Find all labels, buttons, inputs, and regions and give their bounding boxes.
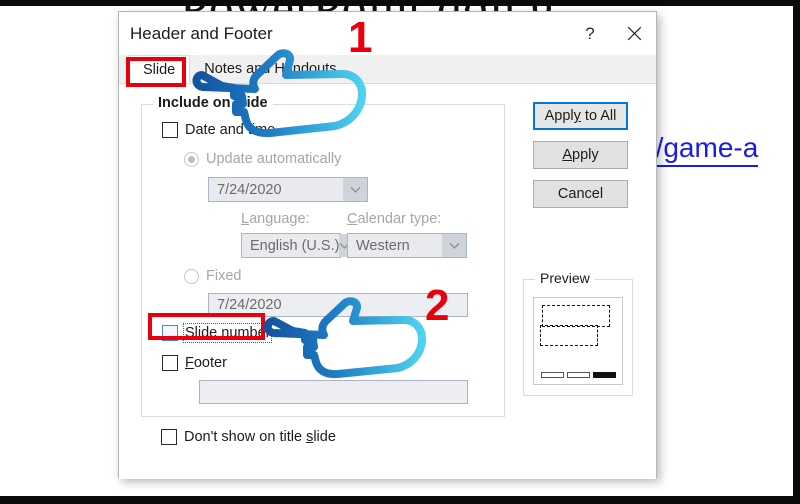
preview-footer-bar-left <box>541 372 564 378</box>
apply-label: Apply <box>562 147 599 163</box>
dialog-tabs: Slide Notes and Handouts <box>119 55 656 84</box>
dialog-body: Include on slide Date and time Update au… <box>119 84 656 479</box>
cancel-label: Cancel <box>557 186 604 202</box>
checkbox-box <box>161 429 177 445</box>
radio-label: Update automatically <box>206 151 342 167</box>
chevron-down-icon[interactable] <box>442 234 466 257</box>
checkbox-slide-number[interactable]: Slide number <box>162 323 273 343</box>
checkbox-label: Slide number <box>182 323 273 343</box>
checkbox-footer[interactable]: Footer <box>162 355 227 371</box>
include-on-slide-group: Include on slide Date and time Update au… <box>141 95 505 417</box>
header-and-footer-dialog: Header and Footer ? Slide Notes and Hand… <box>118 11 657 479</box>
dialog-title: Header and Footer <box>130 23 273 43</box>
checkbox-label: Don't show on title slide <box>184 429 336 445</box>
radio-label: Fixed <box>206 268 242 284</box>
page-background: PowerPoint đơn g n/game-a Header and Foo… <box>0 0 800 504</box>
footer-textbox[interactable] <box>199 380 468 404</box>
preview-slide-number-bar <box>593 372 616 378</box>
screenshot-frame-right <box>793 0 800 504</box>
preview-group: Preview <box>523 270 633 396</box>
preview-title-placeholder <box>542 305 610 327</box>
annotation-step-2: 2 <box>425 281 450 330</box>
apply-to-all-button[interactable]: Apply to All <box>533 102 628 130</box>
radio-fixed[interactable]: Fixed <box>184 268 241 284</box>
include-on-slide-legend: Include on slide <box>153 95 273 111</box>
chevron-down-icon[interactable] <box>343 178 367 201</box>
checkbox-box <box>162 355 178 371</box>
language-label: Language: <box>241 211 310 227</box>
background-hyperlink[interactable]: n/game-a <box>640 132 759 167</box>
language-combobox-value: English (U.S.) <box>250 237 340 254</box>
titlebar-buttons: ? <box>568 19 656 49</box>
radio-update-automatically[interactable]: Update automatically <box>184 151 341 167</box>
preview-thumbnail <box>533 297 623 385</box>
checkbox-label: Date and time <box>185 122 276 138</box>
tab-notes-and-handouts[interactable]: Notes and Handouts <box>190 55 351 83</box>
radio-circle <box>184 268 199 284</box>
preview-body-placeholder <box>540 325 598 346</box>
checkbox-date-and-time[interactable]: Date and time <box>162 122 275 138</box>
checkbox-box <box>162 122 178 138</box>
annotation-step-1: 1 <box>348 13 373 62</box>
checkbox-dont-show-on-title-slide[interactable]: Don't show on title slide <box>161 429 336 445</box>
radio-circle <box>184 151 199 167</box>
screenshot-frame-top <box>0 0 800 6</box>
dialog-titlebar: Header and Footer ? <box>119 12 656 55</box>
apply-to-all-label: Apply to All <box>544 108 617 124</box>
close-icon[interactable] <box>612 19 656 49</box>
calendar-type-combobox-value: Western <box>356 237 410 254</box>
calendar-type-label: Calendar type: <box>347 211 442 227</box>
language-combobox[interactable]: English (U.S.) <box>241 233 351 258</box>
calendar-type-combobox[interactable]: Western <box>347 233 467 258</box>
preview-legend: Preview <box>535 270 595 286</box>
checkbox-label: Footer <box>185 355 227 371</box>
checkbox-box <box>162 325 178 341</box>
apply-button[interactable]: Apply <box>533 141 628 169</box>
preview-footer-bar-center <box>567 372 590 378</box>
date-combobox-value: 7/24/2020 <box>217 181 282 198</box>
question-mark-icon[interactable]: ? <box>568 19 612 49</box>
date-combobox[interactable]: 7/24/2020 <box>208 177 368 202</box>
screenshot-frame-bottom <box>0 496 800 504</box>
cancel-button[interactable]: Cancel <box>533 180 628 208</box>
tab-slide[interactable]: Slide <box>128 55 191 83</box>
fixed-date-value: 7/24/2020 <box>217 297 282 313</box>
